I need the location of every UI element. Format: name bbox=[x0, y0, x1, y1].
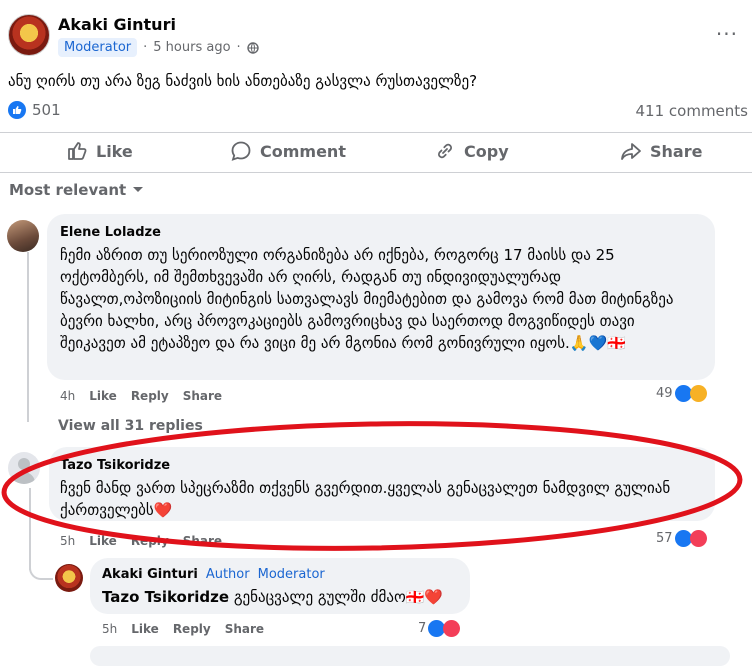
post-author[interactable]: Akaki Ginturi bbox=[58, 15, 176, 34]
replier-name[interactable]: Akaki Ginturi bbox=[102, 567, 198, 582]
author-avatar[interactable] bbox=[8, 14, 50, 56]
chevron-down-icon bbox=[133, 187, 144, 192]
mention-link[interactable]: Tazo Tsikoridze bbox=[102, 588, 229, 606]
comment-time[interactable]: 4h bbox=[60, 389, 75, 403]
post-time[interactable]: 5 hours ago bbox=[153, 40, 230, 55]
thread-connector bbox=[29, 556, 53, 580]
moderator-badge: Moderator bbox=[58, 38, 138, 57]
likes-count: 501 bbox=[32, 101, 61, 119]
sort-dropdown[interactable]: Most relevant bbox=[9, 181, 144, 199]
comment-actions: 4h Like Reply Share bbox=[60, 389, 222, 403]
reply-text: Tazo Tsikoridze გენაცვალე გულში ძმაო🇬🇪❤️ bbox=[102, 588, 444, 606]
moderator-badge: Moderator bbox=[257, 567, 325, 582]
haha-reaction-icon bbox=[689, 385, 707, 402]
like-reaction-icon bbox=[8, 101, 26, 119]
reply-time[interactable]: 5h bbox=[102, 622, 117, 636]
reply-like-button[interactable]: Like bbox=[131, 622, 159, 636]
reply-reactions[interactable]: 7 bbox=[418, 620, 461, 637]
love-reaction-icon bbox=[443, 620, 461, 637]
comment-reply-button[interactable]: Reply bbox=[131, 389, 169, 403]
reply-bubble: Akaki Ginturi Author Moderator Tazo Tsik… bbox=[90, 558, 470, 614]
comment-text: ჩემი აზრით თუ სერიოზული ორგანიზება არ იქ… bbox=[60, 246, 674, 352]
commenter-name[interactable]: Elene Loladze bbox=[60, 225, 161, 240]
more-options-icon[interactable]: ··· bbox=[716, 22, 738, 46]
comment-bubble: Elene Loladze ჩემი აზრით თუ სერიოზული ორ… bbox=[47, 214, 715, 380]
thread-line bbox=[27, 252, 29, 422]
comment-share-button[interactable]: Share bbox=[183, 389, 222, 403]
link-icon bbox=[438, 143, 452, 159]
comment-like-button[interactable]: Like bbox=[89, 389, 117, 403]
commenter-avatar[interactable] bbox=[7, 220, 39, 252]
like-button[interactable]: Like bbox=[66, 140, 133, 162]
comment-reactions[interactable]: 49 bbox=[656, 385, 707, 402]
share-arrow-icon bbox=[621, 143, 641, 160]
reply-actions: 5h Like Reply Share bbox=[102, 622, 264, 636]
next-comment-bubble bbox=[90, 646, 730, 666]
divider bbox=[0, 172, 752, 173]
post-text: ანუ ღირს თუ არა ზეგ ნაძვის ხის ანთებაზე … bbox=[8, 72, 478, 90]
copy-button[interactable]: Copy bbox=[434, 140, 509, 162]
thumbs-up-icon bbox=[68, 142, 87, 160]
replier-avatar[interactable] bbox=[55, 564, 83, 592]
share-button[interactable]: Share bbox=[620, 140, 702, 162]
comment-button[interactable]: Comment bbox=[230, 140, 346, 162]
like-reaction-icon bbox=[674, 385, 692, 402]
post-meta: Moderator · 5 hours ago · bbox=[58, 38, 259, 57]
reply-share-button[interactable]: Share bbox=[225, 622, 264, 636]
reply-reply-button[interactable]: Reply bbox=[173, 622, 211, 636]
comments-count[interactable]: 411 comments bbox=[636, 102, 748, 120]
reactions-summary[interactable]: 501 bbox=[8, 101, 61, 119]
globe-icon bbox=[246, 41, 259, 54]
reply-header: Akaki Ginturi Author Moderator bbox=[102, 567, 325, 582]
author-badge: Author bbox=[205, 567, 250, 582]
comment-icon bbox=[231, 141, 251, 161]
red-annotation-ellipse bbox=[1, 421, 743, 551]
